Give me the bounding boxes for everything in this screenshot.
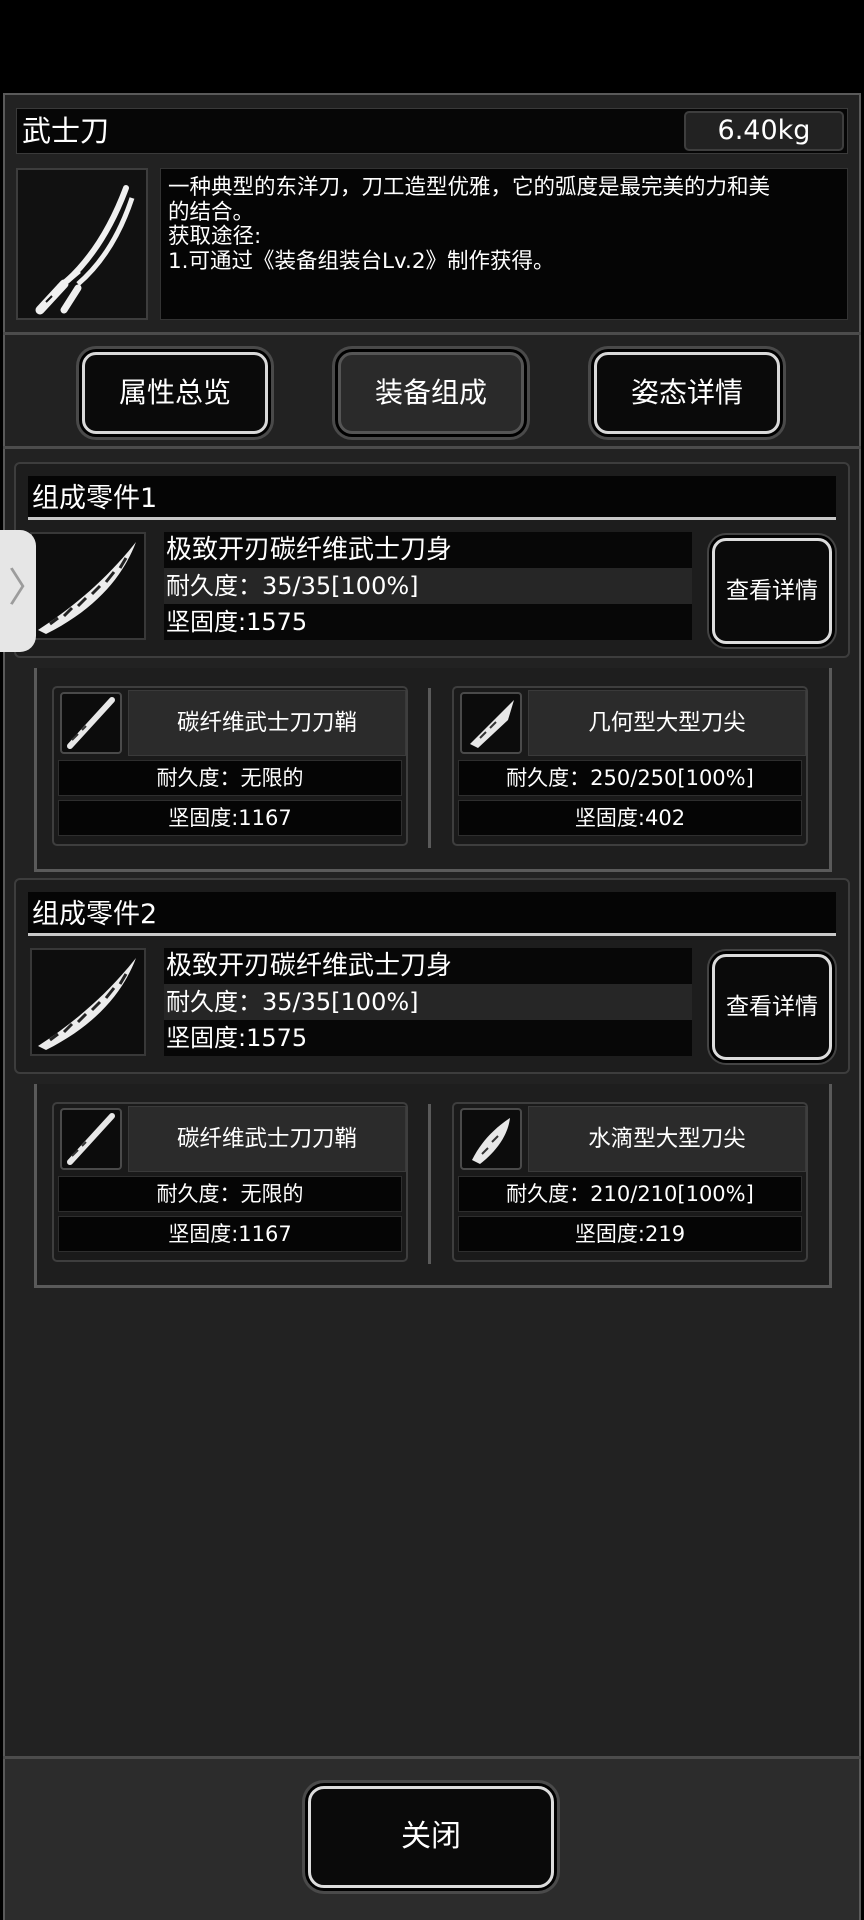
divider bbox=[3, 446, 861, 449]
scabbard-icon bbox=[67, 1113, 115, 1165]
subparts-divider bbox=[428, 1104, 431, 1264]
item-title: 武士刀 bbox=[22, 114, 110, 148]
part-icon-frame bbox=[30, 948, 146, 1056]
subpart-hardness: 坚固度:402 bbox=[574, 806, 686, 830]
scabbard-icon bbox=[67, 697, 115, 749]
item-description: 一种典型的东洋刀，刀工造型优雅，它的弧度是最完美的力和美 的结合。 获取途径: … bbox=[168, 175, 844, 274]
description-line: 的结合。 bbox=[168, 199, 255, 225]
tab-stance-details[interactable]: 姿态详情 bbox=[594, 352, 780, 434]
divider bbox=[3, 332, 861, 335]
subpart-hardness: 坚固度:1167 bbox=[168, 1222, 292, 1246]
part-name: 极致开刃碳纤维武士刀身 bbox=[166, 535, 453, 565]
subpart-durability: 耐久度：250/250[100%] bbox=[506, 766, 754, 790]
view-details-label: 查看详情 bbox=[726, 578, 818, 604]
subpart-hardness: 坚固度:1167 bbox=[168, 806, 292, 830]
blade-tip-icon bbox=[470, 700, 514, 748]
subpart-durability: 耐久度：无限的 bbox=[156, 766, 304, 790]
blade-icon bbox=[38, 958, 136, 1050]
component-title: 组成零件2 bbox=[32, 899, 158, 930]
part-name: 极致开刃碳纤维武士刀身 bbox=[166, 951, 453, 981]
view-details-button[interactable]: 查看详情 bbox=[712, 954, 832, 1060]
part-hardness: 坚固度:1575 bbox=[166, 608, 308, 636]
subpart-name: 碳纤维武士刀刀鞘 bbox=[176, 1126, 357, 1152]
tab-label: 属性总览 bbox=[118, 376, 231, 409]
blade-icon bbox=[38, 542, 136, 634]
tab-attributes-overview[interactable]: 属性总览 bbox=[82, 352, 268, 434]
description-line: 获取途径: bbox=[168, 224, 262, 249]
part-hardness: 坚固度:1575 bbox=[166, 1024, 308, 1052]
close-button[interactable]: 关闭 bbox=[308, 1786, 554, 1888]
description-line: 1.可通过《装备组装台Lv.2》制作获得。 bbox=[168, 248, 555, 274]
subpart-name: 几何型大型刀尖 bbox=[588, 710, 746, 736]
subpart-icon-frame bbox=[60, 1108, 122, 1170]
tab-label: 姿态详情 bbox=[630, 376, 743, 409]
subparts-divider bbox=[428, 688, 431, 848]
subpart-hardness: 坚固度:219 bbox=[574, 1222, 686, 1246]
component-title: 组成零件1 bbox=[32, 483, 158, 514]
subpart-name: 水滴型大型刀尖 bbox=[588, 1126, 746, 1152]
subpart-icon-frame bbox=[460, 692, 522, 754]
subpart-durability: 耐久度：无限的 bbox=[156, 1182, 304, 1206]
item-icon-frame bbox=[16, 168, 148, 320]
subpart-icon-frame bbox=[460, 1108, 522, 1170]
blade-tip-icon bbox=[472, 1118, 510, 1164]
weight-value: 6.40kg bbox=[717, 115, 811, 146]
part-durability: 耐久度：35/35[100%] bbox=[166, 572, 419, 600]
subpart-icon-frame bbox=[60, 692, 122, 754]
view-details-button[interactable]: 查看详情 bbox=[712, 538, 832, 644]
part-durability: 耐久度：35/35[100%] bbox=[166, 988, 419, 1016]
view-details-label: 查看详情 bbox=[726, 994, 818, 1020]
subpart-name: 碳纤维武士刀刀鞘 bbox=[176, 710, 357, 736]
tab-label: 装备组成 bbox=[374, 376, 487, 409]
chevron-right-icon: 〉 bbox=[8, 565, 48, 611]
tab-equipment-composition[interactable]: 装备组成 bbox=[338, 352, 524, 434]
subpart-durability: 耐久度：210/210[100%] bbox=[506, 1182, 754, 1206]
katana-icon bbox=[35, 185, 135, 315]
description-line: 一种典型的东洋刀，刀工造型优雅，它的弧度是最完美的力和美 bbox=[168, 175, 771, 200]
close-label: 关闭 bbox=[401, 1819, 461, 1854]
